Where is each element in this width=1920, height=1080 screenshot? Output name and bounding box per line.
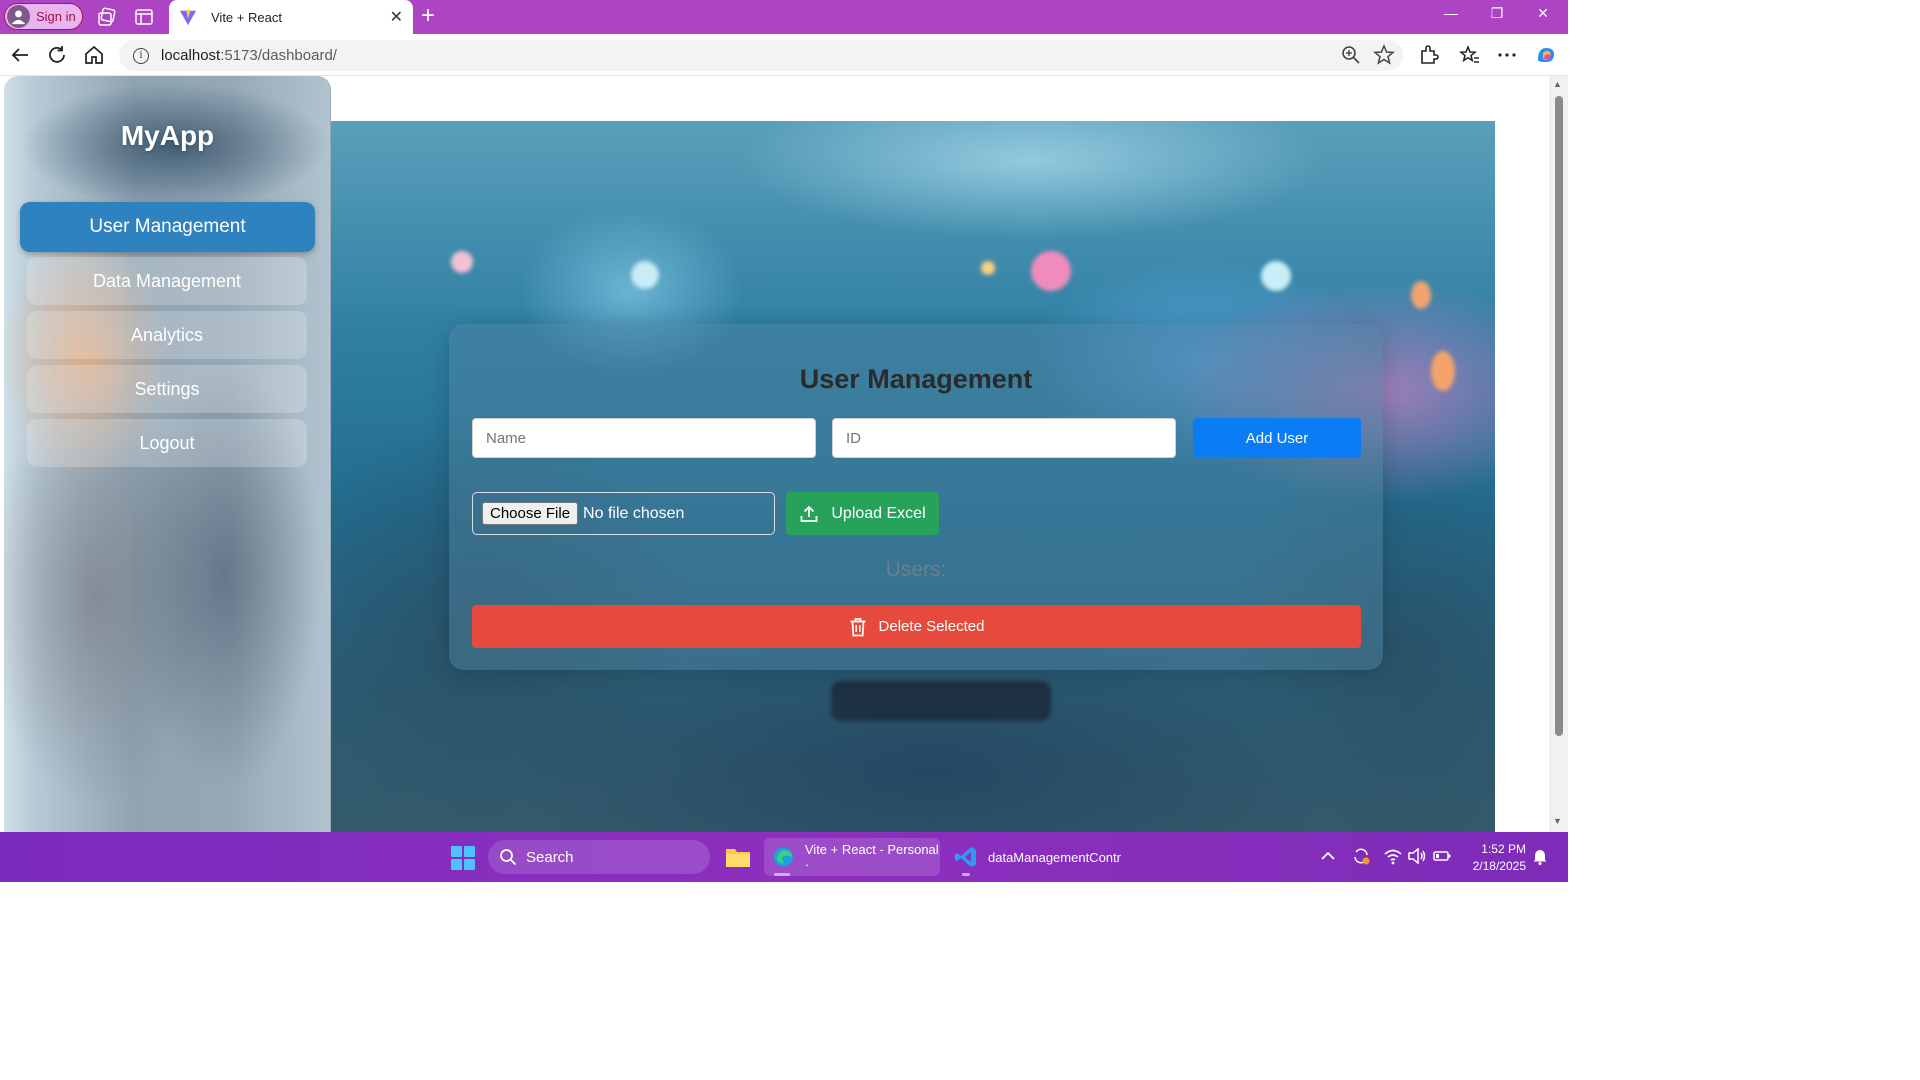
workspaces-icon[interactable] [97, 7, 117, 27]
wifi-icon[interactable] [1383, 846, 1403, 866]
vscode-icon [955, 847, 976, 867]
sign-in-label: Sign in [36, 9, 76, 24]
active-app-indicator [774, 873, 790, 876]
battery-icon[interactable] [1432, 846, 1452, 866]
address-toolbar: i localhost:5173/dashboard/ [0, 34, 1568, 76]
profile-sign-in-button[interactable]: Sign in [4, 3, 83, 30]
vscode-app-label: dataManagementContr [988, 849, 1121, 865]
sidebar-item-data-management[interactable]: Data Management [27, 257, 307, 305]
copilot-icon[interactable] [1535, 44, 1557, 66]
no-file-label: No file chosen [583, 504, 685, 522]
page-scrollbar[interactable]: ▲ ▼ [1549, 76, 1568, 832]
sidebar-item-user-management[interactable]: User Management [20, 202, 315, 252]
user-management-card: User Management Add User Choose File No … [449, 324, 1383, 670]
page-title: User Management [799, 364, 1033, 394]
site-info-icon[interactable]: i [133, 47, 149, 64]
minimize-icon[interactable]: — [1428, 5, 1474, 21]
trash-icon [850, 617, 866, 636]
favorite-star-icon[interactable] [1373, 44, 1395, 66]
sidebar-item-analytics[interactable]: Analytics [27, 311, 307, 359]
taskbar-search[interactable]: Search [488, 840, 710, 874]
avatar-icon [7, 5, 30, 28]
notification-bell-icon[interactable] [1530, 846, 1550, 866]
favorites-icon[interactable] [1459, 44, 1481, 66]
search-icon [500, 849, 517, 866]
taskbar-app-vscode[interactable]: dataManagementContr [952, 838, 1122, 876]
app-brand: MyApp [120, 120, 215, 151]
browser-tab-bar: Sign in Vite + React ✕ + — ❐ ✕ [0, 0, 1568, 34]
search-label: Search [526, 848, 574, 866]
vertical-tabs-icon[interactable] [134, 7, 154, 27]
file-explorer-icon[interactable] [725, 846, 751, 868]
sync-icon[interactable] [1351, 846, 1371, 866]
add-user-button[interactable]: Add User [1193, 418, 1361, 458]
page-viewport: MyApp User Management Data Management An… [0, 76, 1549, 832]
close-window-icon[interactable]: ✕ [1520, 5, 1566, 22]
delete-selected-button[interactable]: Delete Selected [472, 605, 1361, 648]
taskbar-clock[interactable]: 1:52 PM 2/18/2025 [1458, 841, 1526, 875]
restore-icon[interactable]: ❐ [1474, 5, 1520, 22]
sidebar-item-settings[interactable]: Settings [27, 365, 307, 413]
new-tab-button[interactable]: + [421, 4, 435, 28]
url-text: localhost:5173/dashboard/ [161, 47, 337, 64]
refresh-icon[interactable] [46, 44, 68, 66]
running-app-indicator [962, 873, 970, 876]
file-input[interactable]: Choose File No file chosen [472, 492, 775, 535]
zoom-icon[interactable] [1340, 44, 1362, 66]
back-icon[interactable] [9, 44, 31, 66]
upload-icon [800, 505, 818, 522]
choose-file-button[interactable]: Choose File [482, 502, 579, 525]
chevron-up-icon[interactable] [1318, 846, 1338, 866]
extensions-icon[interactable] [1418, 44, 1440, 66]
more-options-icon[interactable] [1496, 44, 1518, 66]
tab-title: Vite + React [211, 9, 282, 25]
sidebar: MyApp User Management Data Management An… [4, 76, 331, 832]
edge-app-label: Vite + React - Personal · [804, 842, 939, 872]
volume-icon[interactable] [1407, 846, 1427, 866]
windows-taskbar: Search Vite + React - Personal · dataMan… [0, 832, 1568, 882]
tab-vite-react[interactable]: Vite + React ✕ [169, 0, 413, 34]
home-icon[interactable] [83, 44, 105, 66]
sidebar-item-logout[interactable]: Logout [27, 419, 307, 467]
clock-date: 2/18/2025 [1472, 859, 1526, 873]
name-input[interactable] [472, 418, 816, 458]
upload-excel-button[interactable]: Upload Excel [786, 492, 939, 535]
url-path: :5173/dashboard/ [220, 47, 337, 64]
scroll-down-icon[interactable]: ▼ [1553, 816, 1562, 826]
windows-start-icon[interactable] [451, 846, 475, 870]
scrollbar-thumb[interactable] [1555, 96, 1563, 736]
url-host: localhost [161, 47, 221, 64]
id-input[interactable] [832, 418, 1176, 458]
delete-selected-label: Delete Selected [878, 618, 985, 635]
vite-logo-icon [179, 9, 197, 26]
close-tab-icon[interactable]: ✕ [390, 7, 403, 27]
taskbar-app-edge[interactable]: Vite + React - Personal · [764, 838, 940, 876]
url-bar[interactable]: i localhost:5173/dashboard/ [119, 40, 1403, 71]
edge-icon [773, 847, 793, 867]
clock-time: 1:52 PM [1481, 842, 1526, 856]
upload-excel-label: Upload Excel [831, 504, 926, 522]
scroll-up-icon[interactable]: ▲ [1553, 79, 1562, 89]
users-heading: Users: [885, 558, 947, 581]
